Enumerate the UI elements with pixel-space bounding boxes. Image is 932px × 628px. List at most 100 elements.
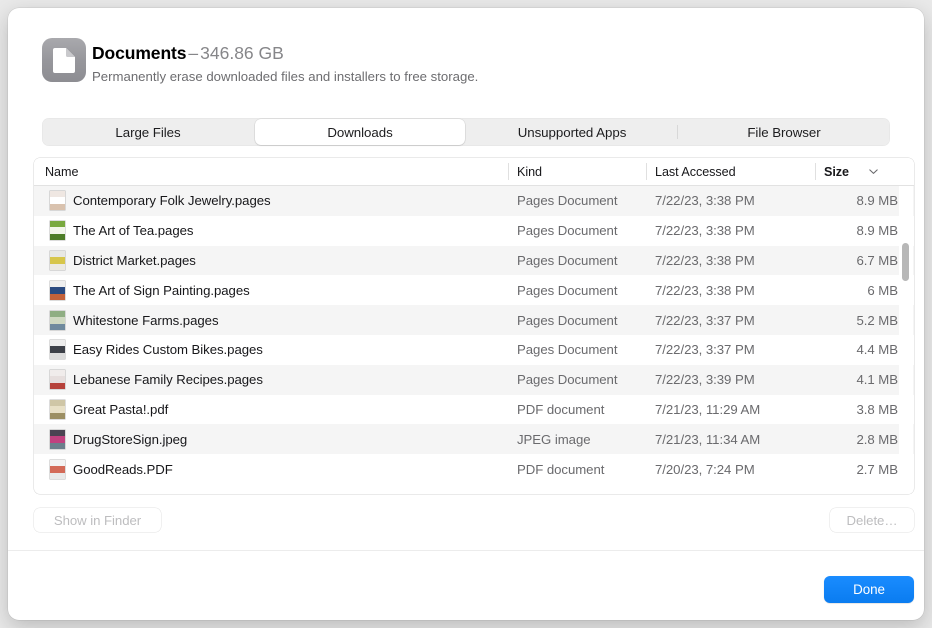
file-thumbnail-icon	[45, 395, 69, 425]
file-kind: Pages Document	[517, 335, 617, 365]
page-title-name: Documents	[92, 43, 186, 63]
table-row[interactable]: District Market.pages Pages Document 7/22/…	[34, 246, 914, 276]
column-divider	[508, 163, 509, 180]
tab-large-files[interactable]: Large Files	[43, 119, 253, 145]
page-title-size: 346.86 GB	[200, 43, 284, 63]
file-size: 5.2 MB	[794, 305, 898, 335]
file-last-accessed: 7/21/23, 11:34 AM	[655, 424, 760, 454]
tab-downloads[interactable]: Downloads	[255, 119, 465, 145]
table-header-row: Name Kind Last Accessed Size	[34, 158, 914, 186]
file-kind: PDF document	[517, 395, 604, 425]
file-size: 3.8 MB	[794, 395, 898, 425]
file-name: DrugStoreSign.jpeg	[73, 424, 187, 454]
column-header-last-accessed[interactable]: Last Accessed	[655, 158, 736, 185]
file-size: 2.7 MB	[794, 454, 898, 484]
file-kind: Pages Document	[517, 305, 617, 335]
column-header-name-label: Name	[45, 165, 78, 179]
file-name: Lebanese Family Recipes.pages	[73, 365, 263, 395]
file-size: 8.9 MB	[794, 186, 898, 216]
tab-file-browser[interactable]: File Browser	[679, 119, 889, 145]
tab-bar: Large Files Downloads Unsupported Apps File…	[42, 118, 890, 146]
file-kind: Pages Document	[517, 365, 617, 395]
file-kind: Pages Document	[517, 246, 617, 276]
column-header-size-label: Size	[824, 165, 849, 179]
file-last-accessed: 7/20/23, 7:24 PM	[655, 454, 755, 484]
file-last-accessed: 7/22/23, 3:38 PM	[655, 216, 755, 246]
table-scrollbar[interactable]	[899, 186, 913, 494]
table-row[interactable]: GoodReads.PDF PDF document 7/20/23, 7:24 P…	[34, 454, 914, 484]
file-name: GoodReads.PDF	[73, 454, 173, 484]
file-kind: Pages Document	[517, 186, 617, 216]
page-title: Documents–346.86 GB	[92, 42, 284, 64]
file-kind: Pages Document	[517, 275, 617, 305]
file-last-accessed: 7/21/23, 11:29 AM	[655, 395, 760, 425]
file-last-accessed: 7/22/23, 3:38 PM	[655, 246, 755, 276]
file-kind: JPEG image	[517, 424, 591, 454]
column-header-size[interactable]: Size	[824, 158, 878, 185]
table-row[interactable]: Contemporary Folk Jewelry.pages Pages Doc…	[34, 186, 914, 216]
file-thumbnail-icon	[45, 186, 69, 216]
storage-management-dialog: Documents–346.86 GB Permanently erase do…	[8, 8, 924, 620]
delete-button[interactable]: Delete…	[830, 508, 914, 532]
table-row[interactable]: The Art of Sign Painting.pages Pages Docu…	[34, 275, 914, 305]
table-row[interactable]: Lebanese Family Recipes.pages Pages Docum…	[34, 365, 914, 395]
column-header-last-accessed-label: Last Accessed	[655, 165, 736, 179]
table-row[interactable]: DrugStoreSign.jpeg JPEG image 7/21/23, 11:…	[34, 424, 914, 454]
footer-divider	[8, 550, 924, 551]
dialog-header: Documents–346.86 GB Permanently erase do…	[8, 8, 924, 92]
table-body: Contemporary Folk Jewelry.pages Pages Doc…	[34, 186, 914, 494]
tab-label: Unsupported Apps	[518, 125, 627, 140]
file-size: 4.1 MB	[794, 365, 898, 395]
table-row[interactable]: The Art of Tea.pages Pages Document 7/22/2…	[34, 216, 914, 246]
file-name: Easy Rides Custom Bikes.pages	[73, 335, 263, 365]
file-last-accessed: 7/22/23, 3:38 PM	[655, 186, 755, 216]
file-name: Contemporary Folk Jewelry.pages	[73, 186, 271, 216]
file-kind: Pages Document	[517, 216, 617, 246]
file-name: The Art of Sign Painting.pages	[73, 275, 250, 305]
file-last-accessed: 7/22/23, 3:38 PM	[655, 275, 755, 305]
file-size: 6.7 MB	[794, 246, 898, 276]
tab-unsupported-apps[interactable]: Unsupported Apps	[467, 119, 677, 145]
tab-divider	[677, 125, 678, 139]
file-last-accessed: 7/22/23, 3:39 PM	[655, 365, 755, 395]
file-last-accessed: 7/22/23, 3:37 PM	[655, 305, 755, 335]
page-title-separator: –	[186, 43, 200, 63]
tab-label: File Browser	[747, 125, 820, 140]
file-size: 8.9 MB	[794, 216, 898, 246]
tab-label: Downloads	[327, 125, 392, 140]
file-thumbnail-icon	[45, 275, 69, 305]
table-row[interactable]: Great Pasta!.pdf PDF document 7/21/23, 11:…	[34, 395, 914, 425]
file-name: District Market.pages	[73, 246, 196, 276]
file-thumbnail-icon	[45, 305, 69, 335]
dialog-subtitle: Permanently erase downloaded files and i…	[92, 68, 478, 85]
file-thumbnail-icon	[45, 365, 69, 395]
file-table: Name Kind Last Accessed Size	[34, 158, 914, 494]
column-header-kind[interactable]: Kind	[517, 158, 542, 185]
column-header-kind-label: Kind	[517, 165, 542, 179]
file-name: The Art of Tea.pages	[73, 216, 193, 246]
done-button[interactable]: Done	[824, 576, 914, 603]
file-last-accessed: 7/22/23, 3:37 PM	[655, 335, 755, 365]
chevron-down-icon	[869, 169, 878, 175]
table-row[interactable]: Whitestone Farms.pages Pages Document 7/22…	[34, 305, 914, 335]
file-thumbnail-icon	[45, 216, 69, 246]
show-in-finder-button[interactable]: Show in Finder	[34, 508, 161, 532]
table-scrollbar-thumb[interactable]	[902, 243, 909, 281]
column-divider	[646, 163, 647, 180]
file-kind: PDF document	[517, 454, 604, 484]
file-size: 4.4 MB	[794, 335, 898, 365]
column-divider	[815, 163, 816, 180]
column-header-name[interactable]: Name	[45, 158, 78, 185]
documents-folder-icon	[42, 38, 86, 82]
file-thumbnail-icon	[45, 246, 69, 276]
file-name: Whitestone Farms.pages	[73, 305, 219, 335]
table-row[interactable]: Easy Rides Custom Bikes.pages Pages Docum…	[34, 335, 914, 365]
tab-label: Large Files	[115, 125, 180, 140]
file-size: 2.8 MB	[794, 424, 898, 454]
file-thumbnail-icon	[45, 454, 69, 484]
file-thumbnail-icon	[45, 424, 69, 454]
file-thumbnail-icon	[45, 335, 69, 365]
file-name: Great Pasta!.pdf	[73, 395, 168, 425]
file-size: 6 MB	[794, 275, 898, 305]
screen: Documents–346.86 GB Permanently erase do…	[0, 0, 932, 628]
